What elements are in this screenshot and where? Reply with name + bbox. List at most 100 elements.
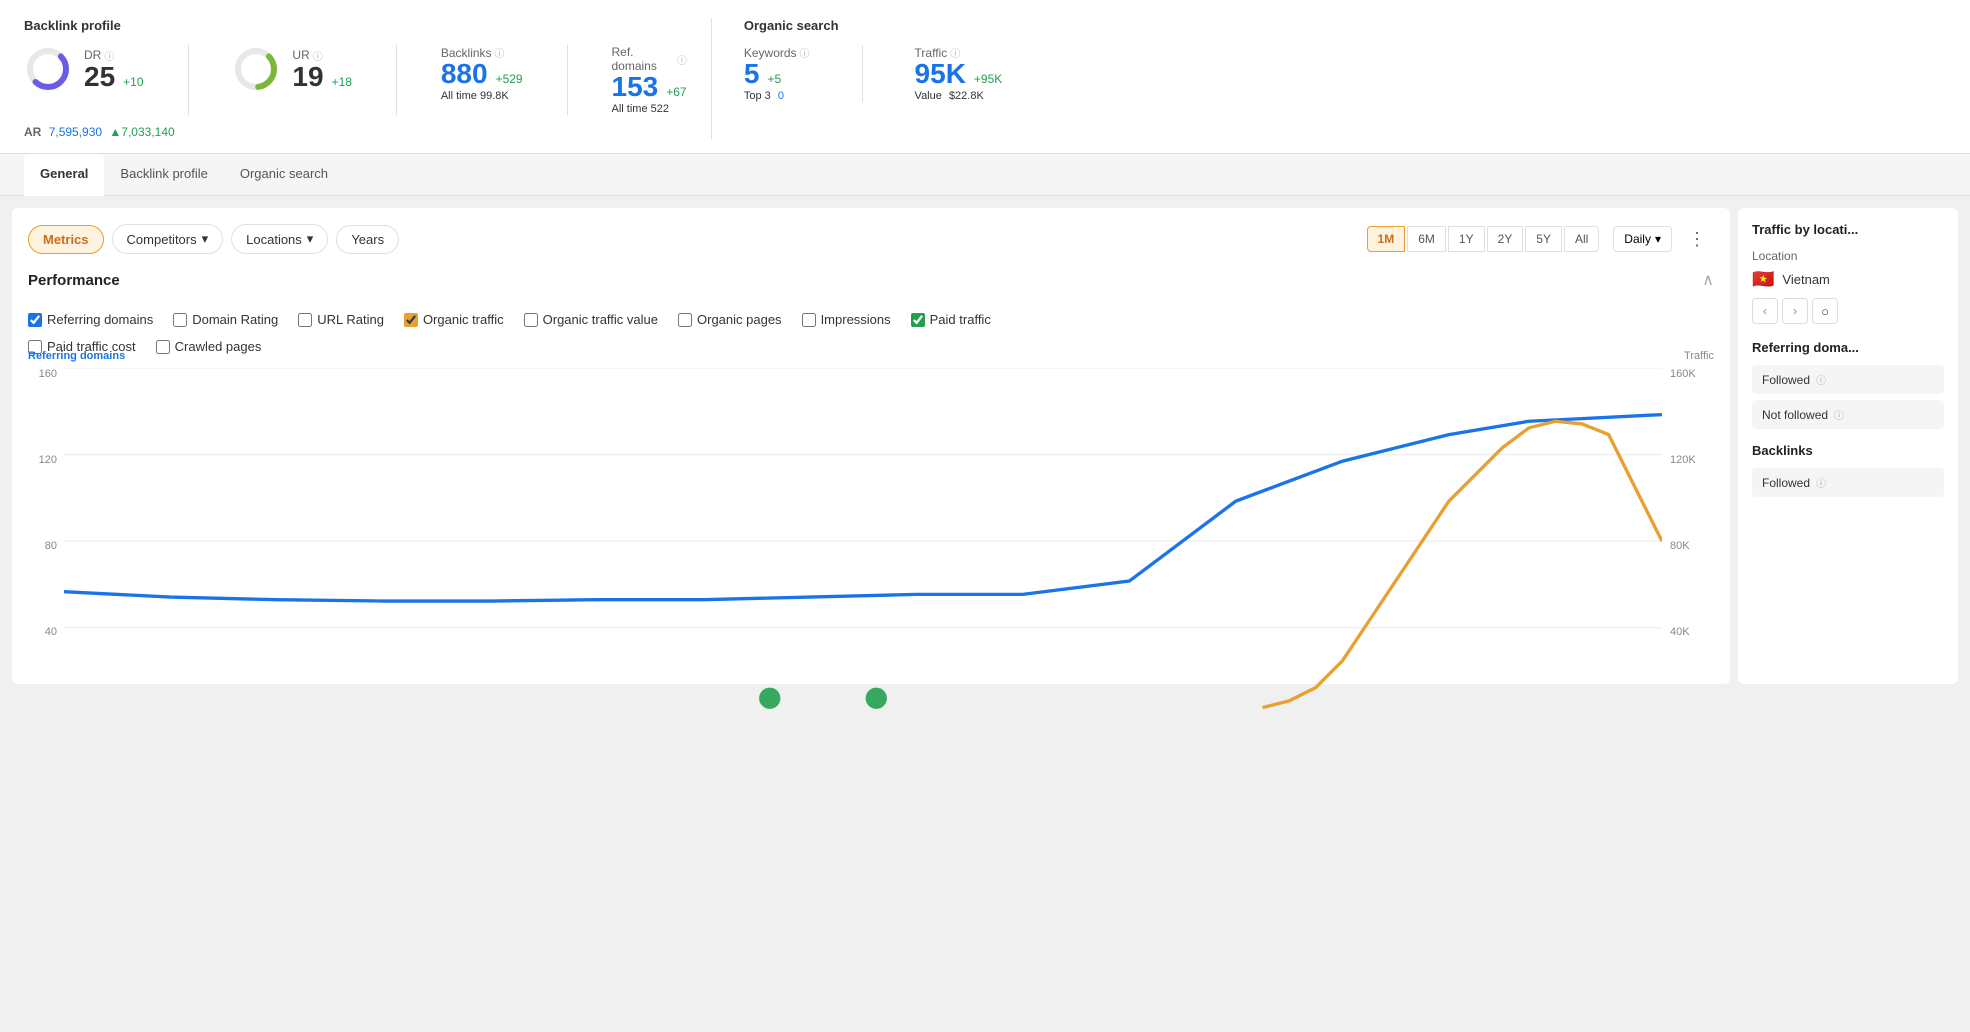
location-row: 🇻🇳 Vietnam xyxy=(1752,269,1944,290)
separator-4 xyxy=(862,45,863,102)
cb-url-rating[interactable]: URL Rating xyxy=(298,312,384,327)
time-period-buttons: 1M 6M 1Y 2Y 5Y All xyxy=(1367,226,1600,252)
chart-panel: Metrics Competitors ▾ Locations ▾ Years … xyxy=(12,208,1730,684)
period-5y[interactable]: 5Y xyxy=(1525,226,1562,252)
traffic-metric: Traffic ⓘ 95K +95K Value $22.8K xyxy=(915,45,1003,102)
chart-area: Referring domains Traffic 160 120 80 40 … xyxy=(28,368,1714,668)
dr-ring xyxy=(24,45,72,93)
period-6m[interactable]: 6M xyxy=(1407,226,1446,252)
locations-chevron-icon: ▾ xyxy=(307,231,314,247)
followed-info-icon[interactable]: ⓘ xyxy=(1816,372,1826,387)
ref-domains-info-icon[interactable]: ⓘ xyxy=(677,52,687,67)
more-options-button[interactable]: ⋮ xyxy=(1680,225,1714,253)
period-all[interactable]: All xyxy=(1564,226,1599,252)
cb-paid-traffic[interactable]: Paid traffic xyxy=(911,312,991,327)
chart-right-axis-label: Traffic xyxy=(1684,350,1714,362)
tab-backlink-profile[interactable]: Backlink profile xyxy=(104,154,223,196)
organic-title: Organic search xyxy=(744,18,1946,33)
metrics-button[interactable]: Metrics xyxy=(28,225,104,254)
right-panel: Traffic by locati... Location 🇻🇳 Vietnam… xyxy=(1738,208,1958,684)
period-1y[interactable]: 1Y xyxy=(1448,226,1485,252)
ar-value: 7,595,930 xyxy=(49,125,102,139)
traffic-delta: +95K xyxy=(974,72,1002,86)
separator-3 xyxy=(567,45,568,115)
backlinks-panel-title: Backlinks xyxy=(1752,443,1944,458)
ur-metric: UR ⓘ 19 +18 xyxy=(232,45,352,93)
ref-domains-value: 153 xyxy=(612,73,659,101)
collapse-icon[interactable]: ∧ xyxy=(1702,270,1714,290)
backlink-metrics-row: DR ⓘ 25 +10 xyxy=(24,45,687,115)
competitors-chevron-icon: ▾ xyxy=(202,231,209,247)
cb-organic-traffic[interactable]: Organic traffic xyxy=(404,312,504,327)
chart-toolbar: Metrics Competitors ▾ Locations ▾ Years … xyxy=(28,224,1714,254)
separator-1 xyxy=(188,45,189,115)
separator-2 xyxy=(396,45,397,115)
competitors-button[interactable]: Competitors ▾ xyxy=(112,224,224,254)
ur-ring xyxy=(232,45,280,93)
main-content: Metrics Competitors ▾ Locations ▾ Years … xyxy=(0,196,1970,684)
followed-item: Followed ⓘ xyxy=(1752,365,1944,394)
not-followed-info-icon[interactable]: ⓘ xyxy=(1834,407,1844,422)
cb-impressions[interactable]: Impressions xyxy=(802,312,891,327)
cb-domain-rating[interactable]: Domain Rating xyxy=(173,312,278,327)
traffic-value: 95K xyxy=(915,60,966,88)
prev-location-button[interactable]: ‹ xyxy=(1752,298,1778,324)
cb-crawled-pages[interactable]: Crawled pages xyxy=(156,339,262,354)
location-label: Location xyxy=(1752,249,1944,263)
organic-metrics-row: Keywords ⓘ 5 +5 Top 3 0 Traffic ⓘ xyxy=(744,45,1946,102)
cb-organic-pages[interactable]: Organic pages xyxy=(678,312,782,327)
location-name: Vietnam xyxy=(1782,272,1829,287)
years-button[interactable]: Years xyxy=(336,225,399,254)
organic-search-section: Organic search Keywords ⓘ 5 +5 Top 3 0 xyxy=(712,18,1946,139)
ur-block: UR ⓘ 19 +18 xyxy=(292,48,352,91)
backlink-profile-section: Backlink profile DR ⓘ 25 xyxy=(24,18,712,139)
ref-domains-label: Ref. domains ⓘ xyxy=(612,45,687,73)
not-followed-item: Not followed ⓘ xyxy=(1752,400,1944,429)
locations-button[interactable]: Locations ▾ xyxy=(231,224,328,254)
top-panel: Backlink profile DR ⓘ 25 xyxy=(0,0,1970,154)
chart-left-axis-label: Referring domains xyxy=(28,350,125,362)
tab-general[interactable]: General xyxy=(24,154,104,196)
keywords-sub: Top 3 0 xyxy=(744,90,810,102)
interval-dropdown[interactable]: Daily ▾ xyxy=(1613,226,1672,252)
dr-value: 25 xyxy=(84,63,115,91)
vietnam-flag: 🇻🇳 xyxy=(1752,269,1774,290)
location-more-button[interactable]: ○ xyxy=(1812,298,1838,324)
referring-domains-panel-title: Referring doma... xyxy=(1752,340,1944,355)
period-2y[interactable]: 2Y xyxy=(1487,226,1524,252)
ur-delta: +18 xyxy=(332,75,352,89)
dr-block: DR ⓘ 25 +10 xyxy=(84,48,144,91)
cb-referring-domains[interactable]: Referring domains xyxy=(28,312,153,327)
backlinks-delta: +529 xyxy=(496,72,523,86)
keywords-metric: Keywords ⓘ 5 +5 Top 3 0 xyxy=(744,45,810,102)
location-nav-arrows: ‹ › ○ xyxy=(1752,298,1944,324)
ar-row: AR 7,595,930 ▲7,033,140 xyxy=(24,125,687,139)
performance-chart xyxy=(64,368,1662,714)
backlinks-sub: All time 99.8K xyxy=(441,90,523,102)
keywords-value: 5 xyxy=(744,60,760,88)
nav-tabs: General Backlink profile Organic search xyxy=(0,154,1970,196)
next-location-button[interactable]: › xyxy=(1782,298,1808,324)
ur-value: 19 xyxy=(292,63,323,91)
metrics-checkboxes: Referring domains Domain Rating URL Rati… xyxy=(28,312,1714,354)
performance-header: Performance ∧ xyxy=(28,270,1714,298)
backlinks-followed-info-icon[interactable]: ⓘ xyxy=(1816,475,1826,490)
traffic-sub: Value $22.8K xyxy=(915,90,1003,102)
period-1m[interactable]: 1M xyxy=(1367,226,1406,252)
cb-organic-value[interactable]: Organic traffic value xyxy=(524,312,658,327)
backlinks-value: 880 xyxy=(441,60,488,88)
keywords-delta: +5 xyxy=(767,72,781,86)
backlinks-followed-item: Followed ⓘ xyxy=(1752,468,1944,497)
backlinks-info-icon[interactable]: ⓘ xyxy=(495,45,505,60)
dr-metric: DR ⓘ 25 +10 xyxy=(24,45,144,93)
ref-domains-metric: Ref. domains ⓘ 153 +67 All time 522 xyxy=(612,45,687,115)
traffic-by-location-title: Traffic by locati... xyxy=(1752,222,1944,237)
performance-title: Performance xyxy=(28,272,120,289)
interval-chevron-icon: ▾ xyxy=(1655,232,1661,246)
keywords-info-icon[interactable]: ⓘ xyxy=(800,45,810,60)
ref-domains-sub: All time 522 xyxy=(612,103,687,115)
chart-right-labels: 160K 120K 80K 40K xyxy=(1664,368,1714,638)
ar-delta: ▲7,033,140 xyxy=(109,125,174,139)
tab-organic-search[interactable]: Organic search xyxy=(224,154,344,196)
chart-left-labels: 160 120 80 40 xyxy=(28,368,63,638)
